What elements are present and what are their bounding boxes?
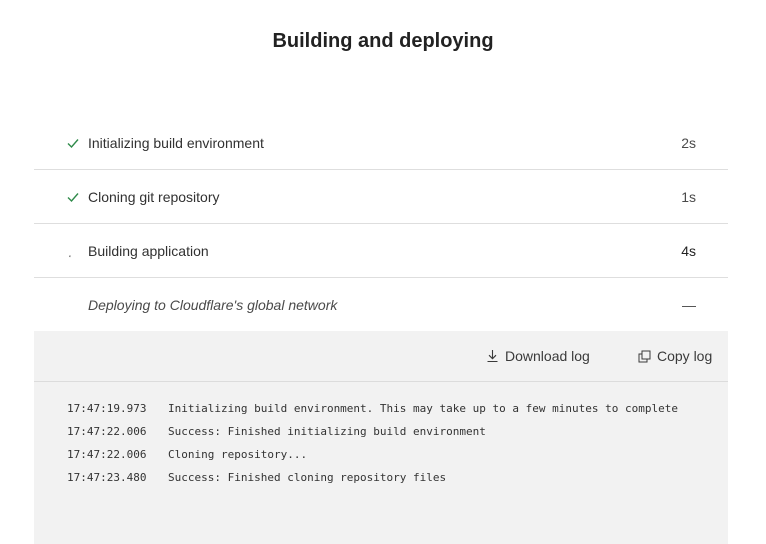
log-timestamp: 17:47:23.480 xyxy=(67,471,147,484)
step-cloning: Cloning git repository 1s xyxy=(34,170,728,224)
step-duration: 4s xyxy=(681,243,696,259)
spinner-icon xyxy=(69,255,71,258)
log-line: 17:47:22.006 Cloning repository... xyxy=(67,446,687,464)
download-icon xyxy=(487,350,498,363)
step-label: Cloning git repository xyxy=(88,189,220,205)
log-timestamp: 17:47:19.973 xyxy=(67,402,147,415)
log-message: Cloning repository... xyxy=(168,448,308,461)
copy-log-label: Copy log xyxy=(657,348,713,364)
log-toolbar: Download log Copy log xyxy=(34,331,728,382)
download-log-label: Download log xyxy=(505,348,590,364)
build-log-panel: Download log Copy log 17:47:19.973 Initi… xyxy=(34,331,728,544)
step-duration: — xyxy=(682,297,696,313)
step-building: Building application 4s xyxy=(34,224,728,278)
copy-icon xyxy=(638,350,651,362)
check-icon xyxy=(67,193,79,203)
copy-log-button[interactable]: Copy log xyxy=(638,347,712,365)
build-steps-list: Initializing build environment 2s Clonin… xyxy=(34,116,728,331)
log-line: 17:47:23.480 Success: Finished cloning r… xyxy=(67,469,687,487)
step-label: Deploying to Cloudflare's global network xyxy=(88,297,338,313)
step-duration: 2s xyxy=(681,135,696,151)
page-title: Building and deploying xyxy=(272,30,494,52)
log-message: Success: Finished cloning repository fil… xyxy=(168,471,447,484)
log-output: 17:47:19.973 Initializing build environm… xyxy=(67,400,687,492)
log-line: 17:47:22.006 Success: Finished initializ… xyxy=(67,423,687,441)
step-deploying: Deploying to Cloudflare's global network… xyxy=(34,278,728,331)
log-timestamp: 17:47:22.006 xyxy=(67,448,147,461)
log-message: Initializing build environment. This may… xyxy=(168,402,678,415)
step-duration: 1s xyxy=(681,189,696,205)
log-line: 17:47:19.973 Initializing build environm… xyxy=(67,400,687,418)
check-icon xyxy=(67,139,79,149)
step-label: Initializing build environment xyxy=(88,135,264,151)
step-label: Building application xyxy=(88,243,209,259)
step-initializing: Initializing build environment 2s xyxy=(34,116,728,170)
log-message: Success: Finished initializing build env… xyxy=(168,425,486,438)
download-log-button[interactable]: Download log xyxy=(486,347,590,365)
log-timestamp: 17:47:22.006 xyxy=(67,425,147,438)
